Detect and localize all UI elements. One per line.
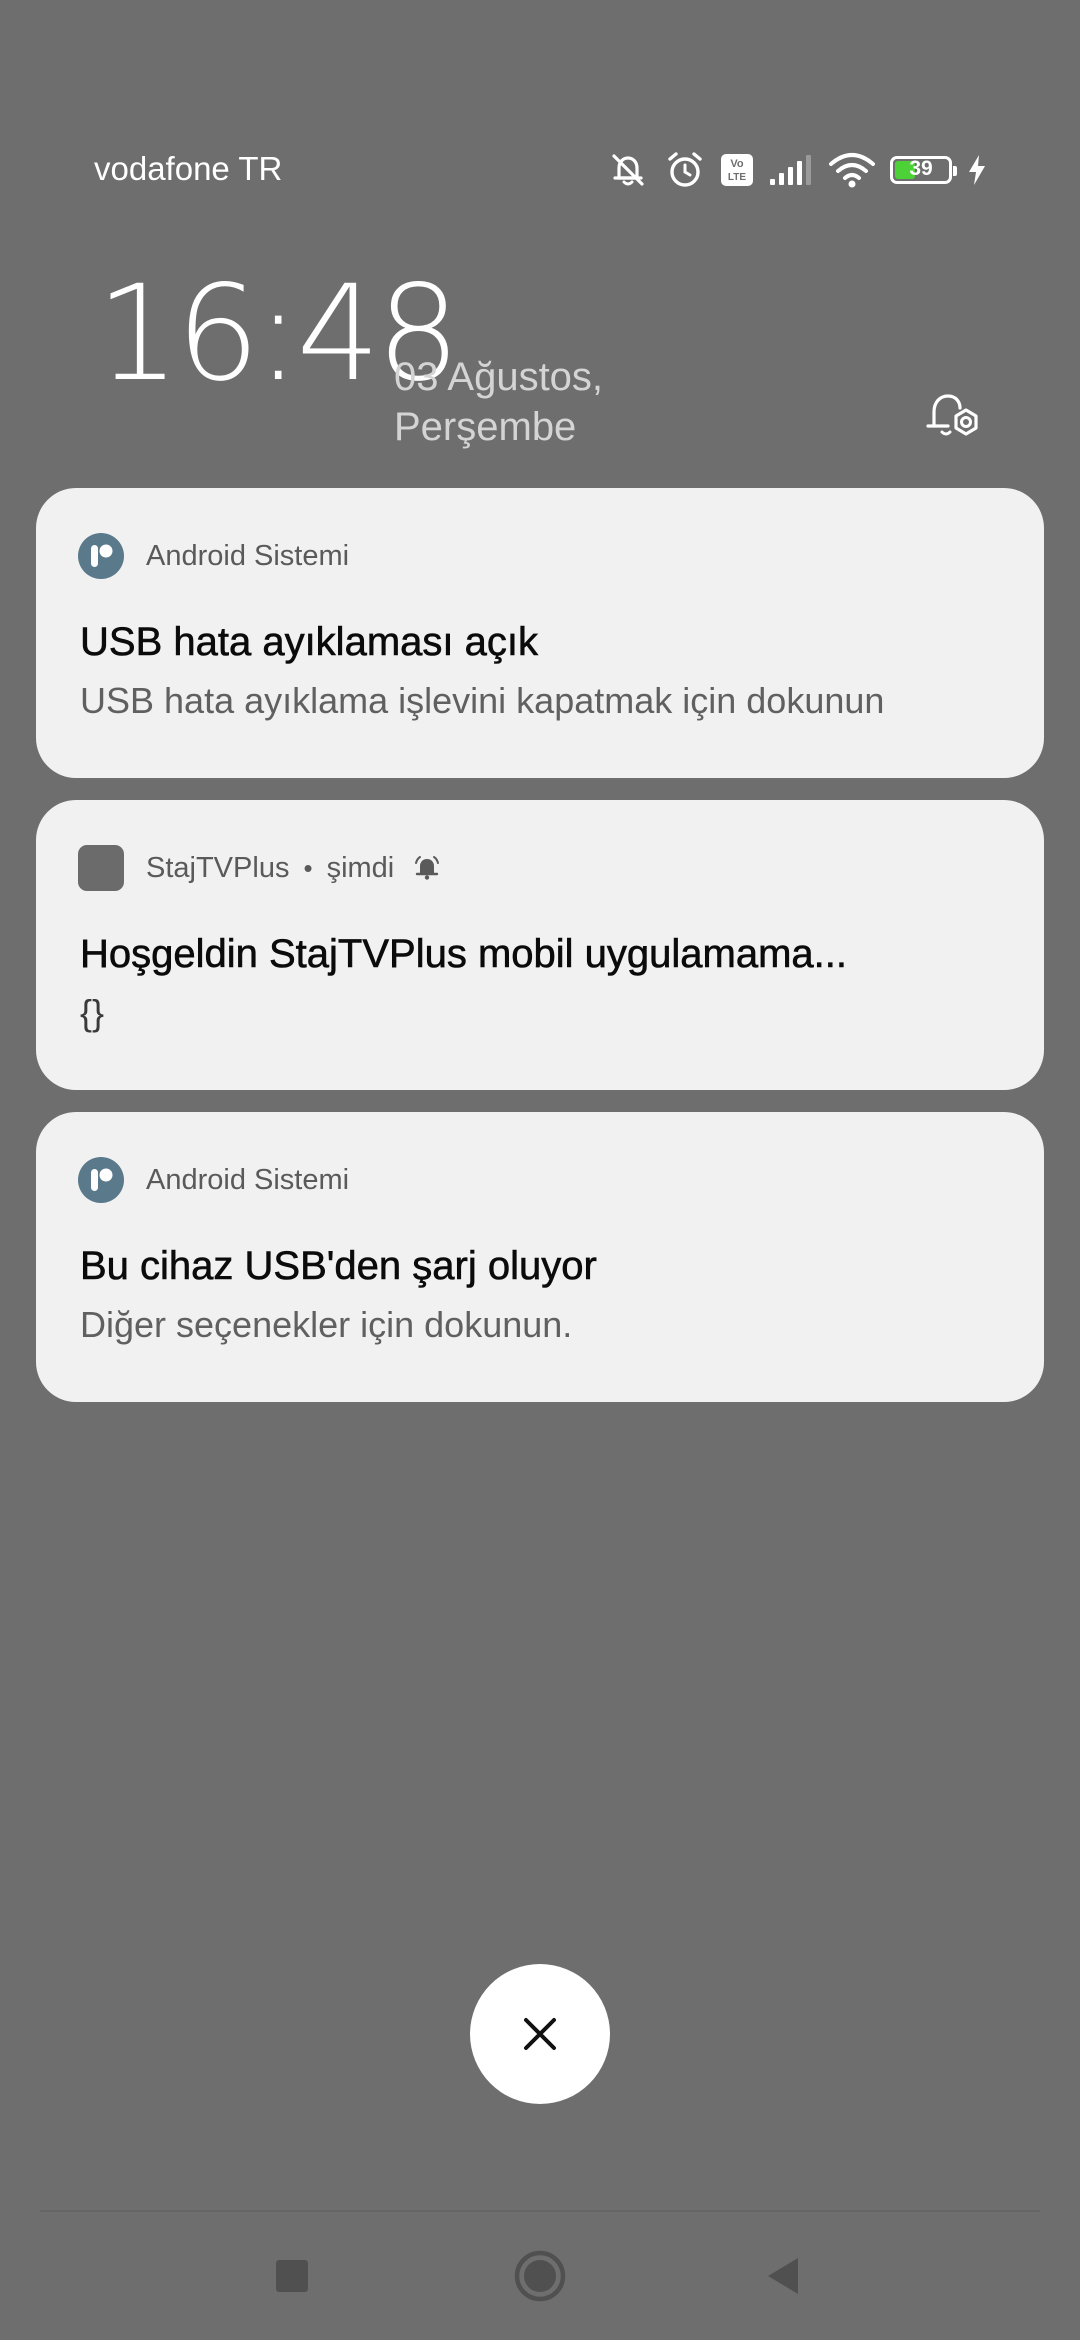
notification-title: USB hata ayıklaması açık (80, 620, 539, 665)
notification-app-name: StajTVPlus (146, 851, 290, 884)
notification-settings-icon (926, 394, 978, 436)
notification-usb-charging[interactable]: Android Sistemi Bu cihaz USB'den şarj ol… (36, 1112, 1044, 1402)
alarm-icon (664, 149, 706, 191)
close-icon (524, 2018, 556, 2050)
battery-icon: 39 (890, 156, 957, 184)
notification-app-name: Android Sistemi (146, 539, 350, 572)
notification-title: Bu cihaz USB'den şarj oluyor (80, 1244, 597, 1289)
status-bar: vodafone TR Vo LTE 39 (0, 140, 1080, 200)
notification-header: StajTVPlus • şimdi (78, 844, 442, 892)
carrier-name: vodafone TR (94, 150, 283, 187)
separator-dot: • (303, 852, 313, 883)
status-icons: Vo LTE 39 (606, 148, 988, 192)
date-line-2: Perşembe (394, 405, 577, 449)
android-system-icon (78, 1157, 124, 1203)
notification-stajtvplus[interactable]: StajTVPlus • şimdi Hoşgeldin StajTVPlus … (36, 800, 1044, 1090)
notification-usb-debugging[interactable]: Android Sistemi USB hata ayıklaması açık… (36, 488, 1044, 778)
alerting-bell-icon (415, 856, 440, 880)
signal-icon (768, 153, 814, 187)
android-system-icon (78, 533, 124, 579)
home-icon (514, 2250, 566, 2302)
back-button[interactable] (736, 2236, 832, 2316)
recents-icon (276, 2260, 308, 2292)
home-button[interactable] (492, 2236, 588, 2316)
recents-button[interactable] (244, 2236, 340, 2316)
battery-level: 39 (909, 157, 933, 180)
volte-text-bottom: LTE (728, 172, 746, 183)
app-placeholder-icon (78, 845, 124, 891)
notification-settings-button[interactable] (918, 380, 990, 452)
nav-divider (40, 2210, 1040, 2212)
notification-body: Diğer seçenekler için dokunun. (80, 1304, 573, 1345)
notification-app-name: Android Sistemi (146, 1163, 350, 1196)
bell-muted-icon (606, 148, 650, 192)
date-line-1: 03 Ağustos, (394, 355, 604, 399)
notification-body: {} (80, 992, 105, 1033)
notification-title: Hoşgeldin StajTVPlus mobil uygulamama... (80, 932, 848, 977)
lock-screen: vodafone TR Vo LTE 39 16:48 03 Ağustos, … (0, 0, 1080, 2340)
wifi-icon (828, 151, 876, 189)
notification-header: Android Sistemi (78, 532, 349, 580)
lockscreen-date: 03 Ağustos, Perşembe (394, 352, 603, 452)
volte-icon: Vo LTE (720, 153, 754, 187)
dismiss-all-button[interactable] (470, 1964, 610, 2104)
notification-header: Android Sistemi (78, 1156, 349, 1204)
notification-body: USB hata ayıklama işlevini kapatmak için… (80, 680, 885, 721)
volte-text-top: Vo (730, 158, 744, 170)
back-icon (768, 2258, 798, 2294)
charging-icon (966, 153, 988, 187)
notification-time: şimdi (326, 851, 395, 884)
